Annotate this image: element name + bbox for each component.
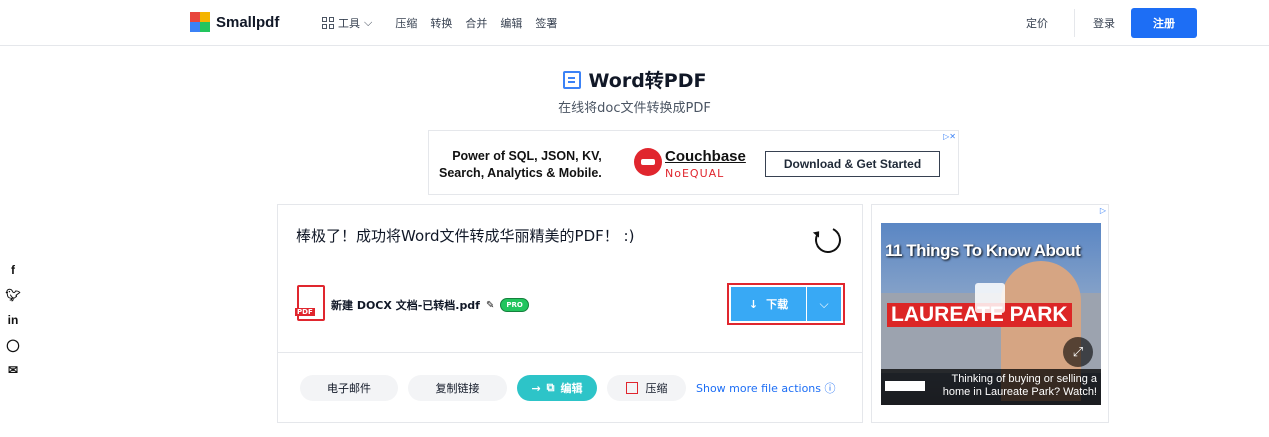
facebook-icon[interactable]: f xyxy=(6,262,20,277)
download-button[interactable]: ↓ 下载 xyxy=(731,287,806,321)
page-heading: Word转PDF 在线将doc文件转换成PDF xyxy=(0,66,1269,116)
tools-label: 工具 xyxy=(338,17,360,30)
chevron-down-icon: ⌵ xyxy=(364,16,373,29)
page-subtitle: 在线将doc文件转换成PDF xyxy=(558,101,711,116)
main-nav: 工具 ⌵ 压缩 转换 合并 编辑 签署 xyxy=(322,15,557,31)
document-icon xyxy=(562,70,581,89)
compress-button[interactable]: 压缩 xyxy=(607,375,686,401)
conversion-result-card: 棒极了！成功将Word文件转成华丽精美的PDF！ :) 新建 DOCX 文档-已… xyxy=(277,204,863,423)
nav-convert[interactable]: 转换 xyxy=(430,15,452,31)
nav-merge[interactable]: 合并 xyxy=(465,15,487,31)
help-icon: ⓘ xyxy=(824,382,836,395)
nav-compress[interactable]: 压缩 xyxy=(395,15,417,31)
social-share-bar: f 🐦︎ in ◯ ✉ xyxy=(5,262,20,377)
download-options-chevron-icon[interactable]: ⌵ xyxy=(807,287,841,321)
grid-icon xyxy=(322,17,334,29)
email-button[interactable]: 电子邮件 xyxy=(300,375,398,401)
file-actions: 电子邮件 复制链接 → ⧉ 编辑 压缩 Show more file actio… xyxy=(300,375,836,401)
smallpdf-logo[interactable]: Smallpdf xyxy=(190,12,279,32)
ad-cta-button[interactable]: Download & Get Started xyxy=(765,151,940,177)
account-nav: 定价 登录 注册 xyxy=(1026,8,1197,38)
edit-button[interactable]: → ⧉ 编辑 xyxy=(517,375,597,401)
download-icon: ↓ xyxy=(748,297,759,311)
ad-brand: Couchbase xyxy=(665,148,746,165)
copy-link-button[interactable]: 复制链接 xyxy=(408,375,507,401)
logo-text: Smallpdf xyxy=(216,13,280,31)
ad-choices-icon[interactable]: ▷✕ xyxy=(943,132,956,141)
email-share-icon[interactable]: ✉ xyxy=(6,362,20,377)
download-button-group: ↓ 下载 ⌵ xyxy=(727,283,845,325)
tools-menu[interactable]: 工具 ⌵ xyxy=(322,15,372,31)
couchbase-logo-icon xyxy=(634,148,662,176)
nav-edit[interactable]: 编辑 xyxy=(500,15,522,31)
compress-icon xyxy=(625,382,638,394)
card-divider xyxy=(278,352,862,353)
more-actions-link[interactable]: Show more file actions ⓘ xyxy=(696,380,836,396)
more-actions-label: Show more file actions xyxy=(696,382,822,395)
ad-video-thumbnail[interactable]: 11 Things To Know About LAUREATE PARK ⤢ … xyxy=(881,223,1101,405)
file-name[interactable]: 新建 DOCX 文档-已转档.pdf xyxy=(331,297,480,313)
ad-sponsor-logo xyxy=(885,381,925,391)
page-title-text: Word转PDF xyxy=(588,70,707,92)
ad-tagline: NoEQUAL xyxy=(665,167,725,180)
image-placeholder-icon xyxy=(975,283,1005,313)
login-link[interactable]: 登录 xyxy=(1093,15,1115,31)
side-video-ad[interactable]: ▷ 11 Things To Know About LAUREATE PARK … xyxy=(871,204,1109,423)
expand-icon[interactable]: ⤢ xyxy=(1063,337,1093,367)
start-over-icon[interactable] xyxy=(811,223,845,257)
edit-icon: ⧉ xyxy=(546,381,555,394)
ad-headline: 11 Things To Know About xyxy=(885,241,1081,260)
pricing-link[interactable]: 定价 xyxy=(1026,15,1048,31)
whatsapp-icon[interactable]: ◯ xyxy=(6,337,20,352)
ad-choices-icon[interactable]: ▷ xyxy=(1100,206,1106,215)
edit-label: 编辑 xyxy=(560,382,583,395)
linkedin-icon[interactable]: in xyxy=(6,312,20,327)
file-info: 新建 DOCX 文档-已转档.pdf ✎ PRO xyxy=(331,297,529,313)
success-message: 棒极了！成功将Word文件转成华丽精美的PDF！ :) xyxy=(296,227,635,245)
logo-mark-icon xyxy=(190,12,210,32)
ad-copy: Power of SQL, JSON, KV, Search, Analytic… xyxy=(439,148,602,182)
top-navigation-bar: Smallpdf 工具 ⌵ 压缩 转换 合并 编辑 签署 定价 登录 注册 xyxy=(0,0,1269,46)
twitter-icon[interactable]: 🐦︎ xyxy=(5,287,20,302)
compress-label: 压缩 xyxy=(645,382,668,395)
pro-badge: PRO xyxy=(500,298,529,312)
nav-divider xyxy=(1074,9,1075,37)
pdf-file-icon xyxy=(295,285,325,321)
page-title: Word转PDF xyxy=(562,66,707,93)
signup-button[interactable]: 注册 xyxy=(1131,8,1197,38)
ad-line-1: Power of SQL, JSON, KV, xyxy=(452,149,602,163)
top-banner-ad[interactable]: ▷✕ Power of SQL, JSON, KV, Search, Analy… xyxy=(428,130,959,195)
arrow-right-icon: → xyxy=(531,381,541,395)
pencil-icon[interactable]: ✎ xyxy=(486,300,494,311)
download-label: 下载 xyxy=(766,298,789,311)
ad-line-2: Search, Analytics & Mobile. xyxy=(439,166,602,180)
nav-sign[interactable]: 签署 xyxy=(535,15,557,31)
